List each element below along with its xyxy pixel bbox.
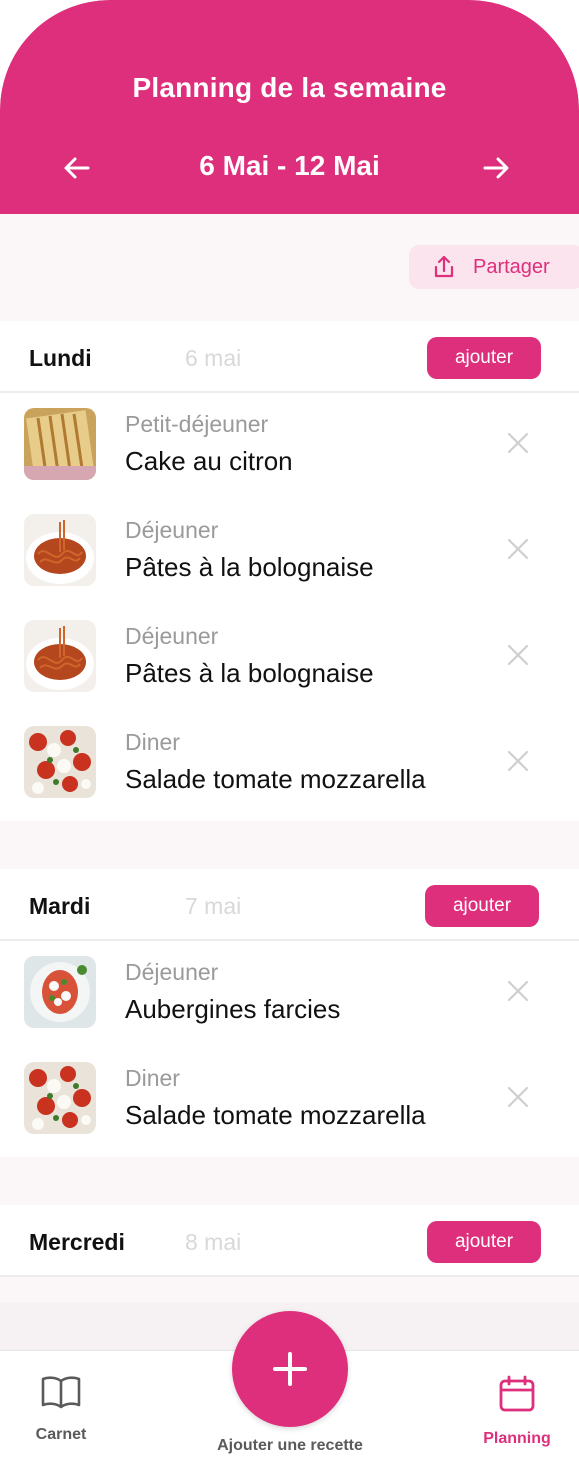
add-recipe-button[interactable] <box>232 1311 348 1427</box>
recipe-thumbnail <box>24 1062 96 1134</box>
nav-planning-label: Planning <box>483 1430 551 1447</box>
recipe-name: Cake au citron <box>125 446 293 476</box>
day-name: Mardi <box>29 893 91 919</box>
recipe-thumbnail <box>24 514 96 586</box>
close-icon <box>507 432 529 454</box>
close-icon <box>507 980 529 1002</box>
meal-type: Déjeuner <box>125 959 219 985</box>
book-icon <box>41 1376 81 1409</box>
day-name: Mercredi <box>29 1229 125 1255</box>
close-icon <box>507 1086 529 1108</box>
calendar-icon <box>499 1375 535 1412</box>
meal-item[interactable]: Petit-déjeuner Cake au citron <box>0 393 579 499</box>
meal-type: Diner <box>125 729 180 755</box>
recipe-name: Aubergines farcies <box>125 994 341 1024</box>
day-header-mercredi: Mercredi 8 mai ajouter <box>0 1205 579 1277</box>
recipe-name: Pâtes à la bolognaise <box>125 552 374 582</box>
remove-meal-button[interactable] <box>504 429 532 457</box>
nav-carnet-label: Carnet <box>35 1426 87 1443</box>
share-label: Partager <box>473 255 550 278</box>
recipe-name: Salade tomate mozzarella <box>125 1100 426 1130</box>
meal-list-mardi: Déjeuner Aubergines farcies Diner Salade… <box>0 941 579 1157</box>
remove-meal-button[interactable] <box>504 535 532 563</box>
week-navigator: 6 Mai - 12 Mai <box>0 146 579 190</box>
remove-meal-button[interactable] <box>504 977 532 1005</box>
day-header-lundi: Lundi 6 mai ajouter <box>0 321 579 393</box>
recipe-thumbnail <box>24 726 96 798</box>
day-name: Lundi <box>29 345 92 371</box>
header: Planning de la semaine 6 Mai - 12 Mai <box>0 0 579 214</box>
recipe-name: Salade tomate mozzarella <box>125 764 426 794</box>
day-header-mardi: Mardi 7 mai ajouter <box>0 869 579 941</box>
add-meal-button[interactable]: ajouter <box>425 885 539 927</box>
recipe-thumbnail <box>24 408 96 480</box>
remove-meal-button[interactable] <box>504 747 532 775</box>
recipe-thumbnail <box>24 620 96 692</box>
meal-type: Déjeuner <box>125 517 219 543</box>
share-upload-icon <box>434 255 454 278</box>
day-date: 6 mai <box>185 345 242 371</box>
recipe-thumbnail <box>24 956 96 1028</box>
add-meal-button[interactable]: ajouter <box>427 337 541 379</box>
meal-item[interactable]: Déjeuner Pâtes à la bolognaise <box>0 605 579 711</box>
page-title: Planning de la semaine <box>132 72 447 103</box>
nav-carnet[interactable]: Carnet <box>0 1375 131 1444</box>
plus-icon <box>273 1352 307 1386</box>
day-date: 8 mai <box>185 1229 242 1255</box>
meal-item[interactable]: Diner Salade tomate mozzarella <box>0 711 579 817</box>
app-screen: Planning de la semaine 6 Mai - 12 Mai Pa… <box>0 0 579 1482</box>
recipe-name: Pâtes à la bolognaise <box>125 658 374 688</box>
remove-meal-button[interactable] <box>504 1083 532 1111</box>
add-recipe-label: Ajouter une recette <box>217 1437 363 1454</box>
close-icon <box>507 538 529 560</box>
close-icon <box>507 644 529 666</box>
meal-type: Petit-déjeuner <box>125 411 269 437</box>
arrow-right-icon <box>483 157 509 179</box>
meal-type: Déjeuner <box>125 623 219 649</box>
meal-item[interactable]: Diner Salade tomate mozzarella <box>0 1047 579 1153</box>
add-meal-button[interactable]: ajouter <box>427 1221 541 1263</box>
meal-item[interactable]: Déjeuner Aubergines farcies <box>0 941 579 1047</box>
next-week-button[interactable] <box>474 146 518 190</box>
meal-type: Diner <box>125 1065 180 1091</box>
share-button[interactable]: Partager <box>409 245 579 289</box>
close-icon <box>507 750 529 772</box>
meal-item[interactable]: Déjeuner Pâtes à la bolognaise <box>0 499 579 605</box>
day-date: 7 mai <box>185 893 242 919</box>
remove-meal-button[interactable] <box>504 641 532 669</box>
meal-list-lundi: Petit-déjeuner Cake au citron Déjeuner P… <box>0 393 579 821</box>
nav-planning[interactable]: Planning <box>447 1375 579 1448</box>
